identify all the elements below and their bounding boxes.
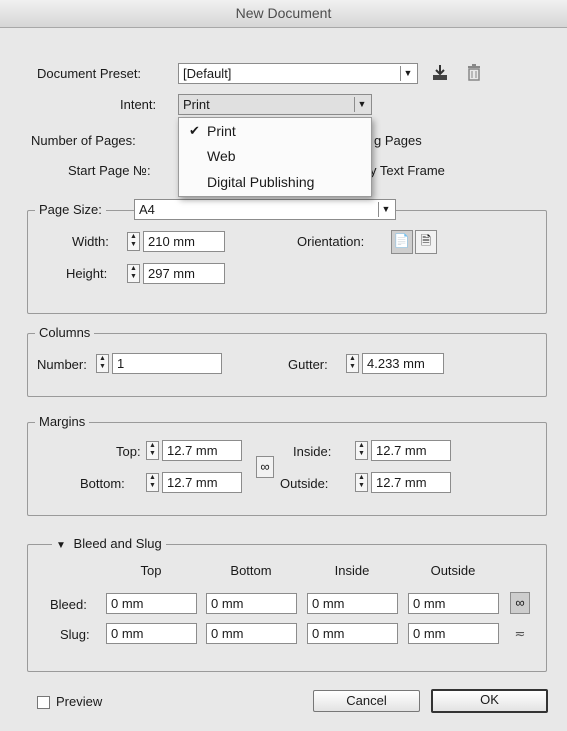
delete-preset-icon[interactable] [465,62,483,82]
margins-title: Margins [35,414,90,430]
columns-number-field[interactable]: 1 [112,353,222,374]
margin-outside-field[interactable]: 12.7 mm [371,472,451,493]
link-icon[interactable]: ∞ [510,592,530,614]
unlink-icon[interactable]: ≂ [510,623,530,645]
margin-bottom-field[interactable]: 12.7 mm [162,472,242,493]
bleed-slug-title[interactable]: ▼ Bleed and Slug [52,536,166,554]
ok-button[interactable]: OK [431,689,548,713]
header-inside: Inside [334,563,370,578]
margin-bottom-stepper[interactable]: ▲ ▼ [146,473,159,492]
margin-outside-label: Outside: [280,476,329,491]
margins-group [27,422,547,516]
cancel-button[interactable]: Cancel [313,690,420,712]
margin-inside-label: Inside: [293,444,332,459]
width-stepper[interactable]: ▲ ▼ [127,232,140,251]
bleed-inside-field[interactable]: 0 mm [307,593,398,614]
orientation-label: Orientation: [297,234,365,249]
landscape-orientation-icon[interactable]: 🗎 [415,230,437,254]
facing-pages-label: g Pages [374,133,422,148]
slug-bottom-field[interactable]: 0 mm [206,623,297,644]
disclosure-triangle-icon[interactable]: ▼ [56,540,66,551]
margin-top-stepper[interactable]: ▲ ▼ [146,441,159,460]
header-outside: Outside [430,563,476,578]
preset-select[interactable]: [Default] ▼ [178,63,418,84]
page-size-label: Page Size: [35,202,106,218]
width-field[interactable]: 210 mm [143,231,225,252]
chevron-down-icon: ▼ [400,66,415,81]
margin-bottom-label: Bottom: [80,476,125,491]
margin-top-label: Top: [116,444,141,459]
margin-inside-stepper[interactable]: ▲ ▼ [355,441,368,460]
primary-text-frame-label: y Text Frame [370,163,445,178]
intent-label: Intent: [120,97,157,112]
slug-inside-field[interactable]: 0 mm [307,623,398,644]
height-field[interactable]: 297 mm [143,263,225,284]
save-preset-icon[interactable] [430,62,450,82]
gutter-field[interactable]: 4.233 mm [362,353,444,374]
margin-inside-field[interactable]: 12.7 mm [371,440,451,461]
header-bottom: Bottom [230,563,272,578]
bleed-bottom-field[interactable]: 0 mm [206,593,297,614]
intent-menu-item-digital-publishing[interactable]: Digital Publishing [179,171,371,193]
slug-outside-field[interactable]: 0 mm [408,623,499,644]
link-icon[interactable]: ∞ [256,456,274,478]
margin-top-field[interactable]: 12.7 mm [162,440,242,461]
columns-number-label: Number: [37,357,87,372]
intent-select[interactable]: Print ▼ [178,94,372,115]
gutter-label: Gutter: [288,357,328,372]
height-label: Height: [66,266,108,281]
page-size-select[interactable]: A4 ▼ [134,199,396,220]
margin-outside-stepper[interactable]: ▲ ▼ [355,473,368,492]
start-page-label: Start Page №: [68,163,151,178]
checkmark-icon: ✔ [189,123,200,138]
page-size-group [27,210,547,314]
window-title: New Document [0,0,567,28]
bleed-label: Bleed: [50,597,87,612]
gutter-stepper[interactable]: ▲ ▼ [346,354,359,373]
bleed-top-field[interactable]: 0 mm [106,593,197,614]
preset-label: Document Preset: [37,66,142,81]
slug-top-field[interactable]: 0 mm [106,623,197,644]
width-label: Width: [72,234,109,249]
intent-menu-item-web[interactable]: Web [179,145,371,167]
intent-menu-item-print[interactable]: ✔ Print [179,120,371,142]
intent-menu[interactable]: ✔ Print Web Digital Publishing [178,117,372,197]
preview-label: Preview [56,694,103,709]
header-top: Top [140,563,162,578]
preview-checkbox[interactable] [37,696,50,709]
height-stepper[interactable]: ▲ ▼ [127,264,140,283]
portrait-orientation-icon[interactable]: 📄 [391,230,413,254]
slug-label: Slug: [60,627,90,642]
preset-value: [Default] [183,66,232,81]
intent-value: Print [183,97,210,112]
pages-label: Number of Pages: [31,133,136,148]
columns-title: Columns [35,325,95,341]
chevron-down-icon: ▼ [378,202,393,217]
page-size-value: A4 [139,202,155,217]
chevron-down-icon: ▼ [354,97,369,112]
columns-number-stepper[interactable]: ▲ ▼ [96,354,109,373]
bleed-outside-field[interactable]: 0 mm [408,593,499,614]
